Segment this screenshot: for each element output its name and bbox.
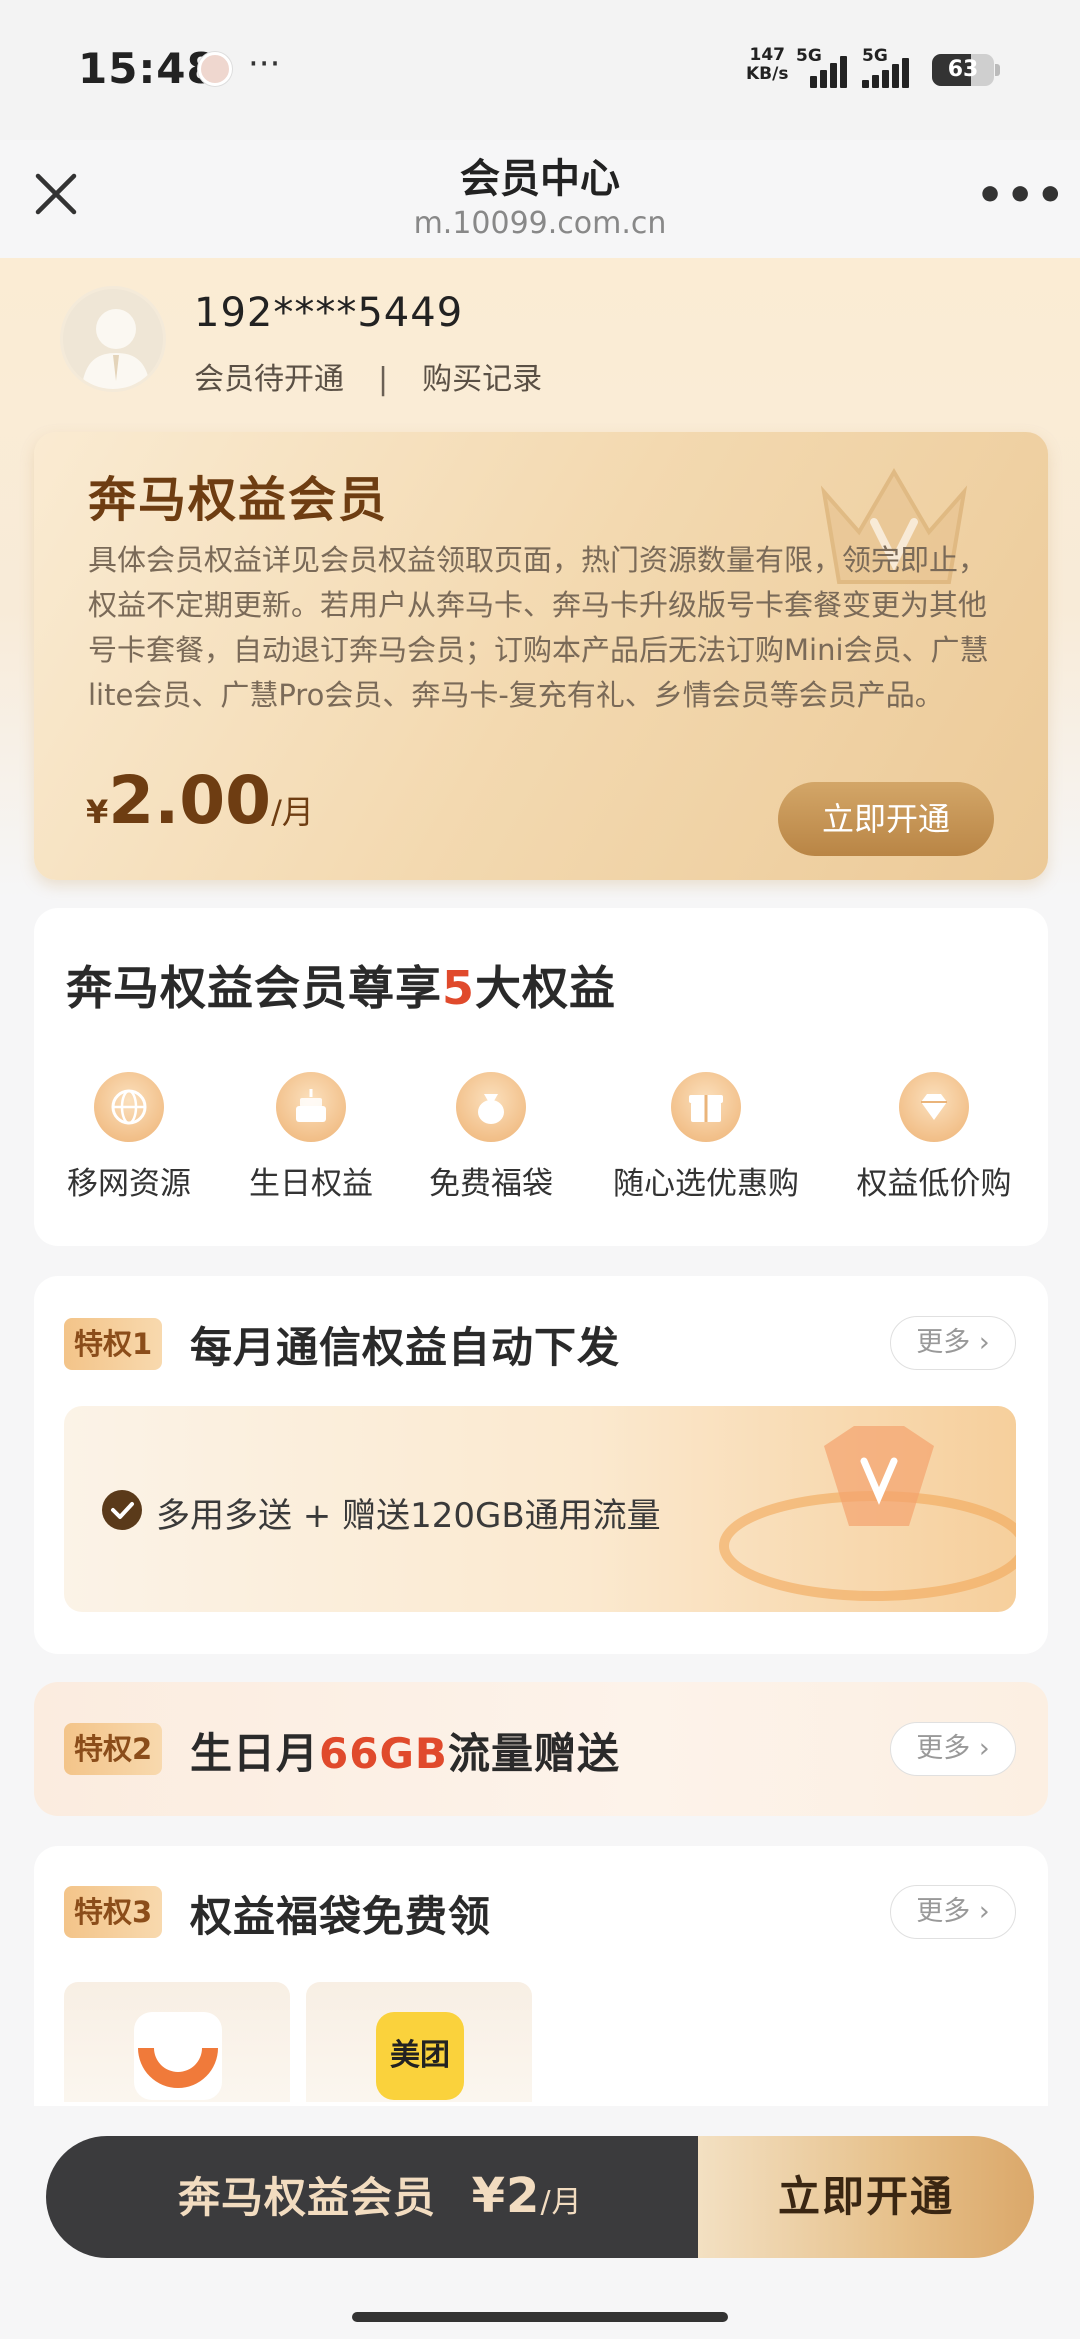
more-menu-icon[interactable]: ••• [976,170,1066,221]
globe-icon [94,1072,164,1142]
membership-card: 奔马权益会员 具体会员权益详见会员权益领取页面，热门资源数量有限，领完即止，权益… [34,432,1048,880]
avatar[interactable] [60,286,166,392]
user-subtitle-row: 会员待开通 | 购买记录 [194,354,542,398]
divider: | [378,362,389,397]
check-icon [102,1490,142,1530]
bottom-product-name: 奔马权益会员 [178,2173,437,2222]
privilege3-more-button[interactable]: 更多 › [890,1885,1016,1939]
diamond-icon [899,1072,969,1142]
privilege1-tag: 特权1 [64,1318,163,1370]
page-title: 会员中心 [460,156,620,202]
card-description: 具体会员权益详见会员权益领取页面，热门资源数量有限，领完即止，权益不定期更新。若… [88,543,989,712]
price-amount: 2.00 [108,762,272,839]
benefit-item-birthday[interactable]: 生日权益 [246,1072,376,1203]
bottom-price-unit: /月 [540,2185,583,2220]
gift-box-icon [671,1072,741,1142]
member-status: 会员待开通 [194,362,344,397]
network-speed: 147 KB/s [746,46,788,84]
activate-button[interactable]: 立即开通 [778,782,994,856]
privilege1-detail: 多用多送 + 赠送120GB通用流量 [156,1496,661,1536]
battery-cap [995,64,1000,76]
privilege3-tag: 特权3 [64,1886,163,1938]
price-unit: /月 [271,793,314,831]
privilege2-tag: 特权2 [64,1723,163,1775]
network-speed-value: 147 [749,45,785,65]
privilege2-title: 生日月66GB流量赠送 [190,1729,620,1778]
status-time: 15:48 [78,44,217,93]
purchase-record-link[interactable]: 购买记录 [422,362,542,397]
home-indicator[interactable] [352,2312,728,2322]
bottom-product-bar: 奔马权益会员 ¥2/月 [46,2136,706,2258]
price-symbol: ¥ [86,793,109,831]
page-url: m.10099.com.cn [413,206,667,241]
app-tile-meituan[interactable]: 美团 [306,1982,532,2102]
cake-icon [276,1072,346,1142]
benefits-title: 奔马权益会员尊享5大权益 [66,961,617,1015]
bottom-activate-button[interactable]: 立即开通 [698,2136,1034,2258]
bottom-price: ¥2 [471,2168,541,2224]
user-phone: 192****5449 [194,290,464,336]
battery-level: 63 [947,57,979,82]
battery-icon: 63 [932,54,994,86]
status-bar: 15:48 ··· 147 KB/s 5G 5G 63 [0,0,1080,140]
benefit-item-discount-shopping[interactable]: 随心选优惠购 [606,1072,806,1203]
notification-avatar-icon [198,52,232,86]
privilege1-title: 每月通信权益自动下发 [190,1323,621,1372]
signal-sim1-icon: 5G [796,46,856,88]
meituan-icon: 美团 [376,2012,464,2100]
network-speed-unit: KB/s [746,64,789,84]
app-tile-didi[interactable] [64,1982,290,2102]
status-more-icon: ··· [248,44,281,84]
card-price: ¥2.00/月 [86,762,314,839]
lucky-bag-icon [456,1072,526,1142]
signal-sim2-icon: 5G [862,46,922,88]
privilege3-title: 权益福袋免费领 [190,1892,492,1941]
benefits-count: 5 [442,961,476,1015]
gift-decoration-icon [719,1426,1016,1601]
benefit-item-low-price[interactable]: 权益低价购 [852,1072,1016,1203]
privilege1-banner: 多用多送 + 赠送120GB通用流量 [64,1406,1016,1612]
privilege1-more-button[interactable]: 更多 › [890,1316,1016,1370]
benefit-item-lucky-bag[interactable]: 免费福袋 [426,1072,556,1203]
privilege2-more-button[interactable]: 更多 › [890,1722,1016,1776]
card-title: 奔马权益会员 [88,472,389,528]
privilege2-highlight: 66GB [319,1729,448,1778]
didi-icon [134,2012,222,2100]
benefit-item-mobile-resources[interactable]: 移网资源 [64,1072,194,1203]
